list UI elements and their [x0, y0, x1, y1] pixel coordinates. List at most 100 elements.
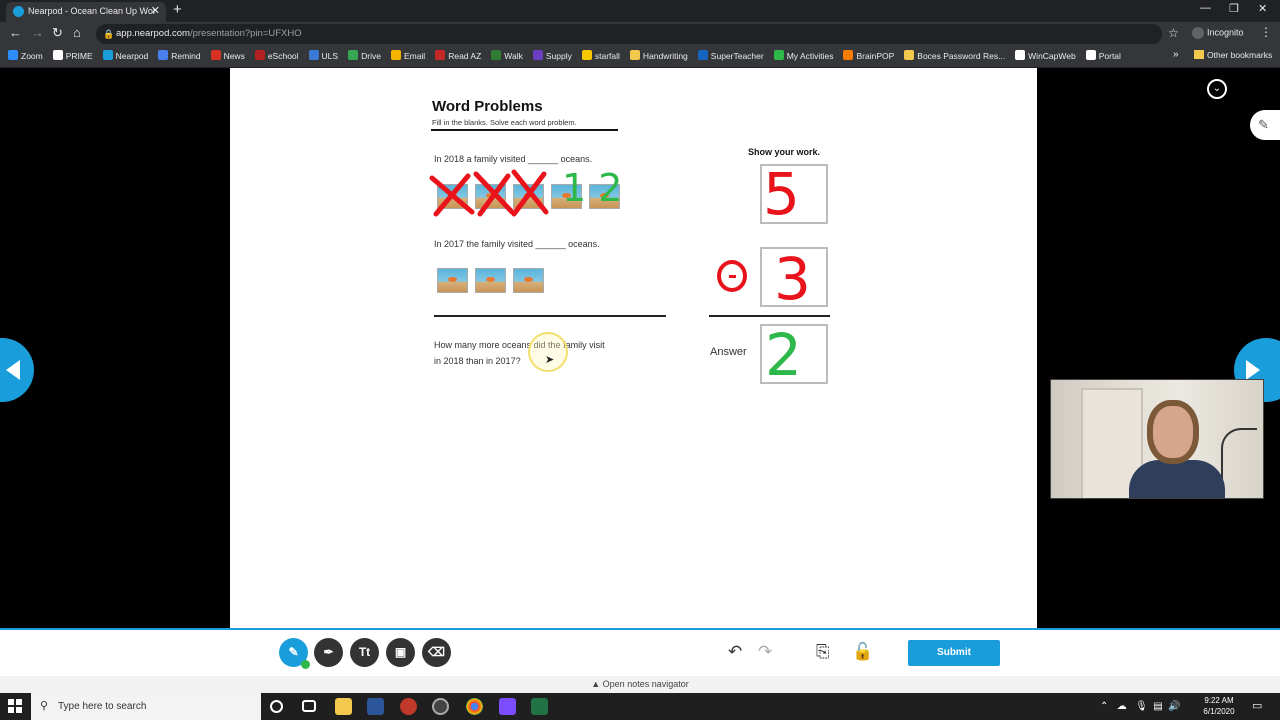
webcam-presenter-body [1129, 460, 1225, 498]
undo-icon[interactable]: ↶ [728, 642, 742, 662]
bookmark-item[interactable]: News [210, 50, 245, 63]
url-field[interactable]: 🔒 app.nearpod.com/presentation?pin=UFXHO [96, 24, 1162, 44]
minimize-icon[interactable]: — [1200, 2, 1211, 14]
windows-start-icon[interactable] [8, 699, 22, 713]
bookmark-favicon-icon [1085, 50, 1096, 60]
other-bookmarks-folder[interactable]: Other bookmarks [1194, 50, 1272, 60]
restore-icon[interactable]: ❐ [1229, 2, 1239, 15]
bookmark-item[interactable]: ULS [308, 50, 338, 63]
folder-icon [1194, 50, 1204, 59]
action-center-icon[interactable]: ▭ [1252, 699, 1262, 712]
unlock-icon[interactable]: 🔓 [852, 642, 873, 662]
bookmark-item[interactable]: Email [390, 50, 425, 63]
notes-edit-icon[interactable]: ✎ [1250, 110, 1280, 140]
question-separator [434, 315, 666, 317]
image-tool-button[interactable]: ▣ [386, 638, 415, 667]
onedrive-icon[interactable]: ☁ [1117, 701, 1127, 712]
browser-tab[interactable]: Nearpod - Ocean Clean Up Wor ✕ [6, 2, 166, 22]
task-view-icon[interactable] [302, 700, 316, 712]
bookmark-item[interactable]: Walk [491, 50, 523, 63]
active-color-dot [301, 660, 310, 669]
screencast-icon[interactable] [432, 698, 449, 715]
bookmarks-overflow-icon[interactable]: » [1173, 49, 1179, 60]
ocean-picture [437, 268, 468, 293]
text-tool-button[interactable]: Tt [350, 638, 379, 667]
answer-label: Answer [710, 346, 747, 358]
bookmark-item[interactable]: eSchool [254, 50, 299, 63]
back-icon[interactable]: ← [9, 25, 22, 40]
incognito-profile-button[interactable]: Incognito [1192, 27, 1244, 39]
clear-canvas-icon[interactable]: ⎘ [816, 642, 830, 662]
bookmark-item[interactable]: Drive [348, 50, 381, 63]
bookmark-item[interactable]: SuperTeacher [697, 50, 764, 63]
close-tab-icon[interactable]: ✕ [151, 2, 160, 20]
volume-icon[interactable]: 🔊 [1168, 701, 1180, 712]
eraser-tool-button[interactable]: ⌫ [422, 638, 451, 667]
nearpod-favicon-icon [13, 6, 24, 17]
bookmark-item[interactable]: PRIME [52, 50, 93, 63]
word-icon[interactable] [367, 698, 384, 715]
lock-icon: 🔒 [103, 29, 115, 39]
webcam-presenter-head [1147, 400, 1199, 464]
bookmark-favicon-icon [491, 50, 502, 60]
previous-slide-button[interactable] [0, 338, 34, 402]
cortana-icon[interactable] [270, 700, 283, 713]
forward-icon[interactable]: → [31, 25, 44, 40]
bookmark-favicon-icon [1015, 50, 1026, 60]
title-underline [431, 129, 618, 131]
search-icon: ⚲ [40, 700, 49, 712]
microphone-icon[interactable]: 🎙 [1135, 701, 1148, 712]
bookmark-item[interactable]: Nearpod [102, 50, 148, 63]
chrome-icon[interactable] [466, 698, 483, 715]
taskbar-search-field[interactable]: ⚲ Type here to search [31, 693, 261, 720]
cursor-highlight [528, 332, 568, 372]
screen-recorder-icon[interactable] [400, 698, 417, 715]
bookmark-label: Handwriting [642, 51, 688, 61]
bookmark-item[interactable]: starfall [581, 50, 620, 63]
bookmark-label: Read AZ [448, 51, 482, 61]
bookmark-item[interactable]: Portal [1085, 50, 1121, 63]
bookmark-item[interactable]: My Activities [773, 50, 833, 63]
bookmark-label: News [223, 51, 245, 61]
bookmark-item[interactable]: Read AZ [435, 50, 481, 63]
bookmarks-bar: Zoom PRIME Nearpod Remind News eSchool ULS Driv… [0, 46, 1280, 68]
bookmark-label: WinCapWeb [1028, 51, 1076, 61]
pen-tool-button[interactable]: ✎ [279, 638, 310, 669]
other-bookmarks-label: Other bookmarks [1207, 50, 1273, 60]
profile-label: Incognito [1207, 27, 1244, 38]
worksheet-slide[interactable]: Word Problems Fill in the blanks. Solve … [230, 68, 1037, 628]
network-icon[interactable]: ▤ [1153, 701, 1162, 712]
right-arrow-icon [1246, 360, 1260, 380]
question-how-many-line2: in 2018 than in 2017? [434, 356, 521, 366]
notes-navigator-label: Open notes navigator [602, 679, 689, 689]
bookmark-item[interactable]: BrainPOP [843, 50, 894, 63]
bookmark-favicon-icon [348, 50, 359, 60]
more-menu-icon[interactable]: ⋮ [1260, 25, 1272, 39]
bookmark-star-icon[interactable]: ☆ [1168, 26, 1179, 40]
publisher-icon[interactable] [531, 698, 548, 715]
taskbar-clock[interactable]: 9:22 AM 6/1/2020 [1198, 695, 1240, 717]
bookmark-item[interactable]: Remind [158, 50, 201, 63]
bookmark-item[interactable]: WinCapWeb [1015, 50, 1076, 63]
bookmark-favicon-icon [581, 50, 592, 60]
bookmark-label: Boces Password Res... [917, 51, 1006, 61]
bookmark-item[interactable]: Boces Password Res... [904, 50, 1005, 63]
open-notes-navigator[interactable]: ▲ Open notes navigator [0, 676, 1280, 693]
highlighter-tool-button[interactable]: ✒ [314, 638, 343, 667]
tray-chevron-icon[interactable]: ⌃ [1100, 701, 1108, 712]
home-icon[interactable]: ⌂ [73, 25, 81, 40]
reload-icon[interactable]: ↻ [52, 25, 63, 41]
bookmark-favicon-icon [390, 50, 401, 60]
file-explorer-icon[interactable] [335, 698, 352, 715]
onenote-icon[interactable] [499, 698, 516, 715]
redo-icon[interactable]: ↷ [758, 642, 772, 662]
submit-button[interactable]: Submit [908, 640, 1000, 666]
bookmark-favicon-icon [210, 50, 221, 60]
bookmark-label: Drive [361, 51, 381, 61]
bookmark-item[interactable]: Supply [532, 50, 572, 63]
bookmark-item[interactable]: Zoom [8, 50, 43, 63]
new-tab-icon[interactable]: + [173, 1, 182, 18]
chevron-down-icon[interactable]: ⌄ [1207, 79, 1227, 99]
close-window-icon[interactable]: ✕ [1258, 2, 1267, 15]
bookmark-item[interactable]: Handwriting [629, 50, 688, 63]
